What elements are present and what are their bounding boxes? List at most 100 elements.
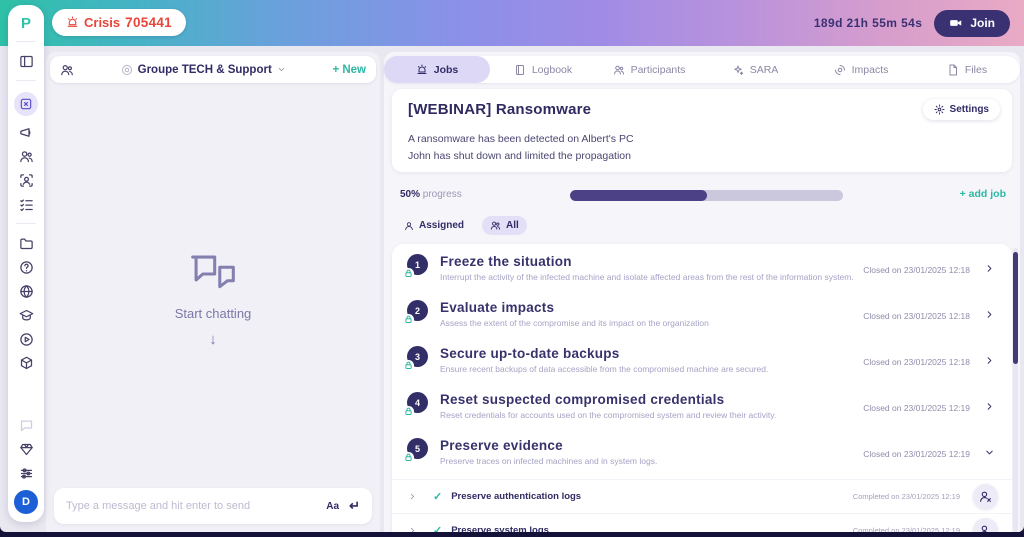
users-icon[interactable]	[19, 149, 34, 164]
join-button[interactable]: Join	[934, 10, 1010, 37]
chevron-right-icon[interactable]	[984, 263, 995, 274]
subtask-title: Preserve system logs	[451, 525, 549, 532]
filter-assigned[interactable]: Assigned	[396, 216, 472, 235]
people-icon	[613, 64, 625, 76]
job-row-3[interactable]: 3 Secure up-to-date backups Ensure recen…	[392, 341, 1012, 387]
folder-icon[interactable]	[19, 236, 34, 251]
sliders-icon[interactable]	[19, 466, 34, 481]
job-number: 5	[415, 444, 420, 454]
topbar-right: 189d 21h 55m 54s Join	[814, 0, 1010, 46]
cube-icon[interactable]	[19, 356, 34, 371]
tab-label: Jobs	[434, 64, 459, 76]
filter-all[interactable]: All	[482, 216, 527, 235]
job-number: 2	[415, 306, 420, 316]
columns-layout-icon[interactable]	[19, 54, 34, 69]
new-message-button[interactable]: + New	[332, 64, 366, 76]
megaphone-icon[interactable]	[19, 125, 34, 140]
job-row-5[interactable]: 5 Preserve evidence Preserve traces on i…	[392, 433, 1012, 479]
job-number: 4	[415, 398, 420, 408]
checklist-icon[interactable]	[19, 197, 34, 212]
unassign-user-button[interactable]	[973, 518, 998, 532]
description-line: John has shut down and limited the propa…	[408, 148, 996, 165]
crisis-board-icon[interactable]	[14, 92, 38, 116]
app-logo[interactable]: P	[21, 14, 31, 34]
subtask-row-1[interactable]: ✓ Preserve authentication logs Completed…	[392, 479, 1012, 513]
help-circle-icon[interactable]	[19, 260, 34, 275]
job-filters: Assigned All	[396, 216, 527, 235]
diamond-icon[interactable]	[19, 442, 34, 457]
sparkles-icon	[732, 64, 744, 76]
text-format-button[interactable]: Aa	[326, 501, 339, 512]
lock-icon	[403, 268, 414, 279]
job-number-badge: 3	[407, 346, 428, 367]
group-icon	[121, 64, 133, 76]
tab-label: SARA	[750, 64, 779, 76]
scrollbar-thumb[interactable]	[1013, 252, 1018, 364]
sidebar: P D	[8, 5, 44, 522]
chevron-right-icon[interactable]	[408, 492, 417, 501]
chat-bubble-icon[interactable]	[19, 418, 34, 433]
speech-bubbles-icon	[187, 252, 239, 296]
job-number-badge: 4	[407, 392, 428, 413]
subtask-status: Completed on 23/01/2025 12:19	[853, 492, 960, 501]
job-status: Closed on 23/01/2025 12:18	[863, 357, 970, 367]
play-circle-icon[interactable]	[19, 332, 34, 347]
graduation-cap-icon[interactable]	[19, 308, 34, 323]
divider	[16, 223, 36, 224]
job-row-4[interactable]: 4 Reset suspected compromised credential…	[392, 387, 1012, 433]
progress-label: 50% progress	[400, 189, 462, 200]
unassign-user-button[interactable]	[973, 484, 998, 509]
message-input-bar: Aa ↵	[54, 488, 372, 524]
user-scan-icon[interactable]	[19, 173, 34, 188]
tab-bar: Jobs Logbook Participants SARA Impacts F…	[384, 56, 1020, 83]
description-line: A ransomware has been detected on Albert…	[408, 131, 996, 148]
group-selector[interactable]: Groupe TECH & Support	[74, 64, 332, 76]
subtask-row-2[interactable]: ✓ Preserve system logs Completed on 23/0…	[392, 513, 1012, 532]
tab-jobs[interactable]: Jobs	[384, 56, 490, 83]
job-status: Closed on 23/01/2025 12:18	[863, 265, 970, 275]
join-label: Join	[970, 16, 995, 30]
tab-logbook[interactable]: Logbook	[490, 56, 596, 83]
add-job-button[interactable]: + add job	[960, 188, 1006, 200]
user-avatar[interactable]: D	[14, 490, 38, 514]
chevron-down-icon[interactable]	[984, 447, 995, 458]
chevron-right-icon[interactable]	[984, 401, 995, 412]
check-icon: ✓	[433, 490, 442, 503]
file-icon	[947, 64, 959, 76]
send-return-icon[interactable]: ↵	[349, 498, 360, 514]
tab-label: Logbook	[532, 64, 572, 76]
job-number-badge: 5	[407, 438, 428, 459]
job-row-2[interactable]: 2 Evaluate impacts Assess the extent of …	[392, 295, 1012, 341]
filter-label: All	[506, 220, 519, 231]
progress-value: 50%	[400, 189, 420, 200]
tab-sara[interactable]: SARA	[702, 56, 808, 83]
settings-button[interactable]: Settings	[923, 99, 1000, 120]
lock-icon	[403, 314, 414, 325]
scrollbar-track[interactable]	[1013, 248, 1018, 532]
main-panel: Jobs Logbook Participants SARA Impacts F…	[384, 52, 1020, 532]
down-arrow-icon: ↓	[209, 331, 217, 348]
page-title: [WEBINAR] Ransomware	[408, 101, 996, 118]
tab-participants[interactable]: Participants	[596, 56, 702, 83]
divider	[16, 80, 36, 81]
topbar: Crisis 705441 189d 21h 55m 54s Join	[0, 0, 1024, 46]
people-icon	[490, 220, 501, 231]
job-number-badge: 1	[407, 254, 428, 275]
chevron-right-icon[interactable]	[408, 526, 417, 532]
progress-bar-fill	[570, 190, 707, 201]
message-input[interactable]	[66, 500, 316, 512]
job-row-1[interactable]: 1 Freeze the situation Interrupt the act…	[392, 249, 1012, 295]
filter-label: Assigned	[419, 220, 464, 231]
participants-icon[interactable]	[60, 63, 74, 77]
tab-label: Participants	[631, 64, 686, 76]
globe-icon[interactable]	[19, 284, 34, 299]
chevron-right-icon[interactable]	[984, 309, 995, 320]
group-name: Groupe TECH & Support	[138, 64, 272, 76]
chevron-right-icon[interactable]	[984, 355, 995, 366]
job-status: Closed on 23/01/2025 12:19	[863, 403, 970, 413]
tab-files[interactable]: Files	[914, 56, 1020, 83]
alarm-icon	[66, 16, 79, 29]
progress-text: progress	[420, 189, 462, 200]
job-status: Closed on 23/01/2025 12:18	[863, 311, 970, 321]
tab-impacts[interactable]: Impacts	[808, 56, 914, 83]
